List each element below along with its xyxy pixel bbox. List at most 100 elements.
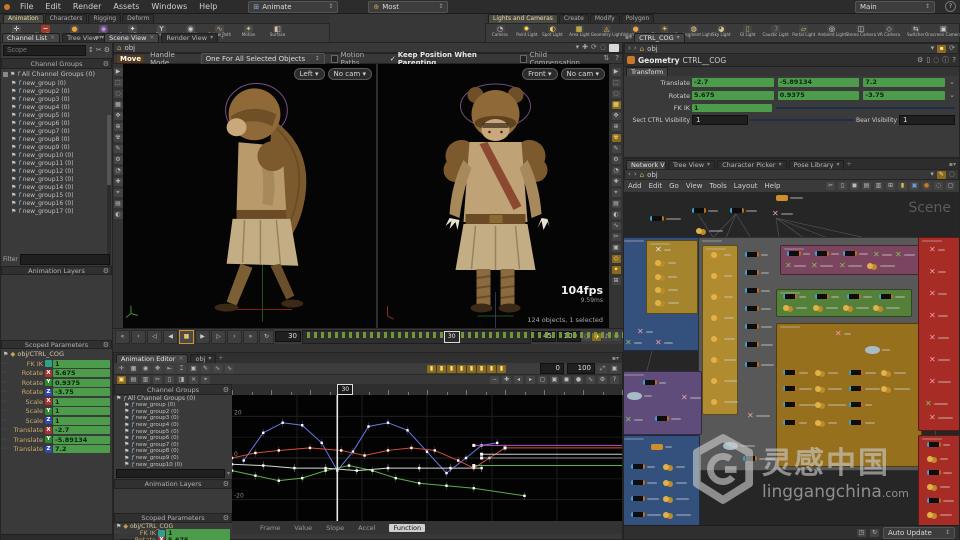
graph-tool-icon[interactable]: ◉ <box>141 364 150 373</box>
next-frame-button[interactable]: ▷ <box>211 329 226 344</box>
tab-render-view[interactable]: Render View ▾ <box>161 33 219 42</box>
camera-menu-button[interactable]: No cam ▾ <box>327 68 372 80</box>
channel-group-row[interactable]: ⚑ f new_group10 (0) <box>114 461 232 469</box>
tab-path[interactable]: obj ▾ <box>190 353 217 363</box>
object-node[interactable] <box>692 208 718 213</box>
link-icon[interactable]: ⇅ <box>603 54 609 63</box>
footer-frame-label[interactable]: Frame <box>260 524 280 532</box>
null-control-node[interactable]: ✕ <box>681 394 701 402</box>
net-box-ctrl-left2[interactable] <box>918 435 959 525</box>
key-toggle-icon[interactable]: ▮ <box>467 364 476 373</box>
filter-input[interactable] <box>19 254 110 265</box>
shelf-tool-caustic-light[interactable]: ☽ Caustic Light <box>762 25 789 42</box>
object-node[interactable] <box>650 216 681 221</box>
graph-edit-icon[interactable]: ◨ <box>177 376 186 384</box>
magnifier-icon[interactable]: ◌ <box>933 56 939 65</box>
pane-max-icon[interactable]: ▣ <box>610 364 619 373</box>
graph-edit-icon[interactable]: ▯ <box>165 376 174 384</box>
null-control-node[interactable]: ✕ <box>873 251 892 259</box>
object-node[interactable] <box>815 251 839 256</box>
rotate-z-field[interactable]: -3.75 <box>863 91 946 100</box>
param-value-field[interactable]: 7.2 <box>53 445 110 454</box>
viewport-tool-icon[interactable]: ▶ <box>113 68 123 76</box>
channel-group-row[interactable]: ⚑ f new_group4 (0) <box>1 103 112 111</box>
channel-group-row[interactable]: ⚑ f new_group7 (0) <box>1 127 112 135</box>
channel-group-row[interactable]: ⚑ f new_group8 (0) <box>1 135 112 143</box>
add-pane-tab-button[interactable]: + <box>220 34 225 41</box>
graph-view-icon[interactable]: ● <box>574 376 583 384</box>
null-control-node[interactable]: ✕ <box>655 246 671 254</box>
fkik-field[interactable]: 1 <box>692 104 772 112</box>
graph-view-icon[interactable]: − <box>490 376 499 384</box>
scope-input[interactable] <box>3 45 86 56</box>
key-toggle-icon[interactable]: ▮ <box>477 364 486 373</box>
sect-ctrl-visibility-slider[interactable] <box>750 119 854 121</box>
current-frame-field[interactable]: 30 <box>275 331 301 342</box>
key-toggle-icon[interactable]: ▮ <box>497 364 506 373</box>
viewport-tool-icon[interactable]: ⊕ <box>611 123 621 131</box>
graph-view-icon[interactable]: ▣ <box>550 376 559 384</box>
net-box-knee[interactable]: ✕ ✕ <box>624 371 702 435</box>
graph-tool-icon[interactable]: ∿ <box>213 364 222 373</box>
bone-node[interactable] <box>711 315 734 321</box>
object-node[interactable] <box>745 362 774 367</box>
object-node[interactable] <box>783 370 808 375</box>
graph-tool-icon[interactable]: ⌶ <box>177 364 186 373</box>
magnifier-icon[interactable]: ◌ <box>600 43 606 52</box>
null-control-node[interactable]: ✕ <box>929 290 947 298</box>
shelf-tool-onscreen-camera[interactable]: ▣ Onscreen Camera <box>925 25 960 42</box>
pane-split-icon[interactable]: ▪▾ <box>625 34 632 41</box>
gear-icon[interactable]: ⚙ <box>103 60 109 68</box>
graph-view-icon[interactable]: ◻ <box>538 376 547 384</box>
pin-icon[interactable]: ▪ <box>937 44 947 53</box>
footer-function-button[interactable]: Function <box>389 523 426 532</box>
object-node[interactable] <box>783 420 807 425</box>
network-menu-help[interactable]: Help <box>765 182 781 190</box>
graph-playhead-marker[interactable]: 30 <box>337 384 354 395</box>
gear-icon[interactable]: ⚙ <box>103 267 109 275</box>
object-node[interactable] <box>745 252 768 257</box>
bone-node[interactable] <box>711 273 732 279</box>
channel-group-row[interactable]: ⚑ f new_group13 (0) <box>1 175 112 183</box>
network-toolbar-icon[interactable]: ▣ <box>910 182 919 190</box>
net-box-pelvis[interactable]: ✕ ✕ ✕ ✕ ✕ <box>780 245 920 275</box>
prev-key-button[interactable]: ‹ <box>131 329 146 344</box>
graph-tool-icon[interactable]: ▣ <box>189 364 198 373</box>
menu-render[interactable]: Render <box>68 1 106 12</box>
graph-edit-icon[interactable]: ⌖ <box>201 376 210 384</box>
net-box-leg-right[interactable] <box>624 435 700 525</box>
bone-node[interactable] <box>927 512 952 518</box>
null-control-node[interactable]: ✕ <box>929 312 948 320</box>
bone-node[interactable] <box>927 484 950 490</box>
bone-node[interactable] <box>696 228 723 234</box>
viewport-tool-icon[interactable]: ▦ <box>611 101 621 109</box>
channel-group-row[interactable]: ⚑ f new_group17 (0) <box>1 207 112 215</box>
bone-node[interactable] <box>711 252 731 258</box>
shelf-tool-portal-light[interactable]: ▱ Portal Light <box>791 25 817 42</box>
object-node[interactable] <box>849 420 875 425</box>
tab-character-picker[interactable]: Character Picker ▾ <box>717 159 787 169</box>
recycle-icon[interactable]: ⟳ <box>949 44 955 53</box>
object-node[interactable] <box>631 512 661 517</box>
object-node[interactable] <box>631 496 659 501</box>
fkik-slider[interactable] <box>776 107 955 109</box>
selection-scope-dropdown[interactable]: One For All Selected Objects ↕ <box>200 52 325 65</box>
forward-icon[interactable]: › <box>634 44 637 53</box>
network-menu-layout[interactable]: Layout <box>734 182 758 190</box>
object-node[interactable] <box>745 288 770 293</box>
bone-node[interactable] <box>663 512 691 518</box>
param-value-field[interactable]: 1 <box>53 416 110 425</box>
scoped-parameter-row[interactable]: ◦◦ FK IK 1 <box>1 359 112 369</box>
bear-visibility-field[interactable]: 1 <box>899 115 955 125</box>
scoped-parameter-row[interactable]: ◦◦ Translate Z 7.2 <box>1 445 112 455</box>
scoped-parameter-row[interactable]: ◦◦ Rotate Z -3.75 <box>1 388 112 398</box>
null-control-node[interactable]: ✕ <box>929 378 951 386</box>
viewport-tool-icon[interactable]: ∿ <box>611 222 621 230</box>
network-menu-go[interactable]: Go <box>669 182 679 190</box>
comment-icon[interactable]: ◳ <box>857 528 866 537</box>
null-control-node[interactable]: ✕ <box>747 412 770 420</box>
param-path[interactable]: obj <box>647 45 658 53</box>
bone-node[interactable] <box>655 300 679 306</box>
back-icon[interactable]: ‹ <box>628 170 631 179</box>
null-control-node[interactable]: ✕ <box>895 251 915 259</box>
